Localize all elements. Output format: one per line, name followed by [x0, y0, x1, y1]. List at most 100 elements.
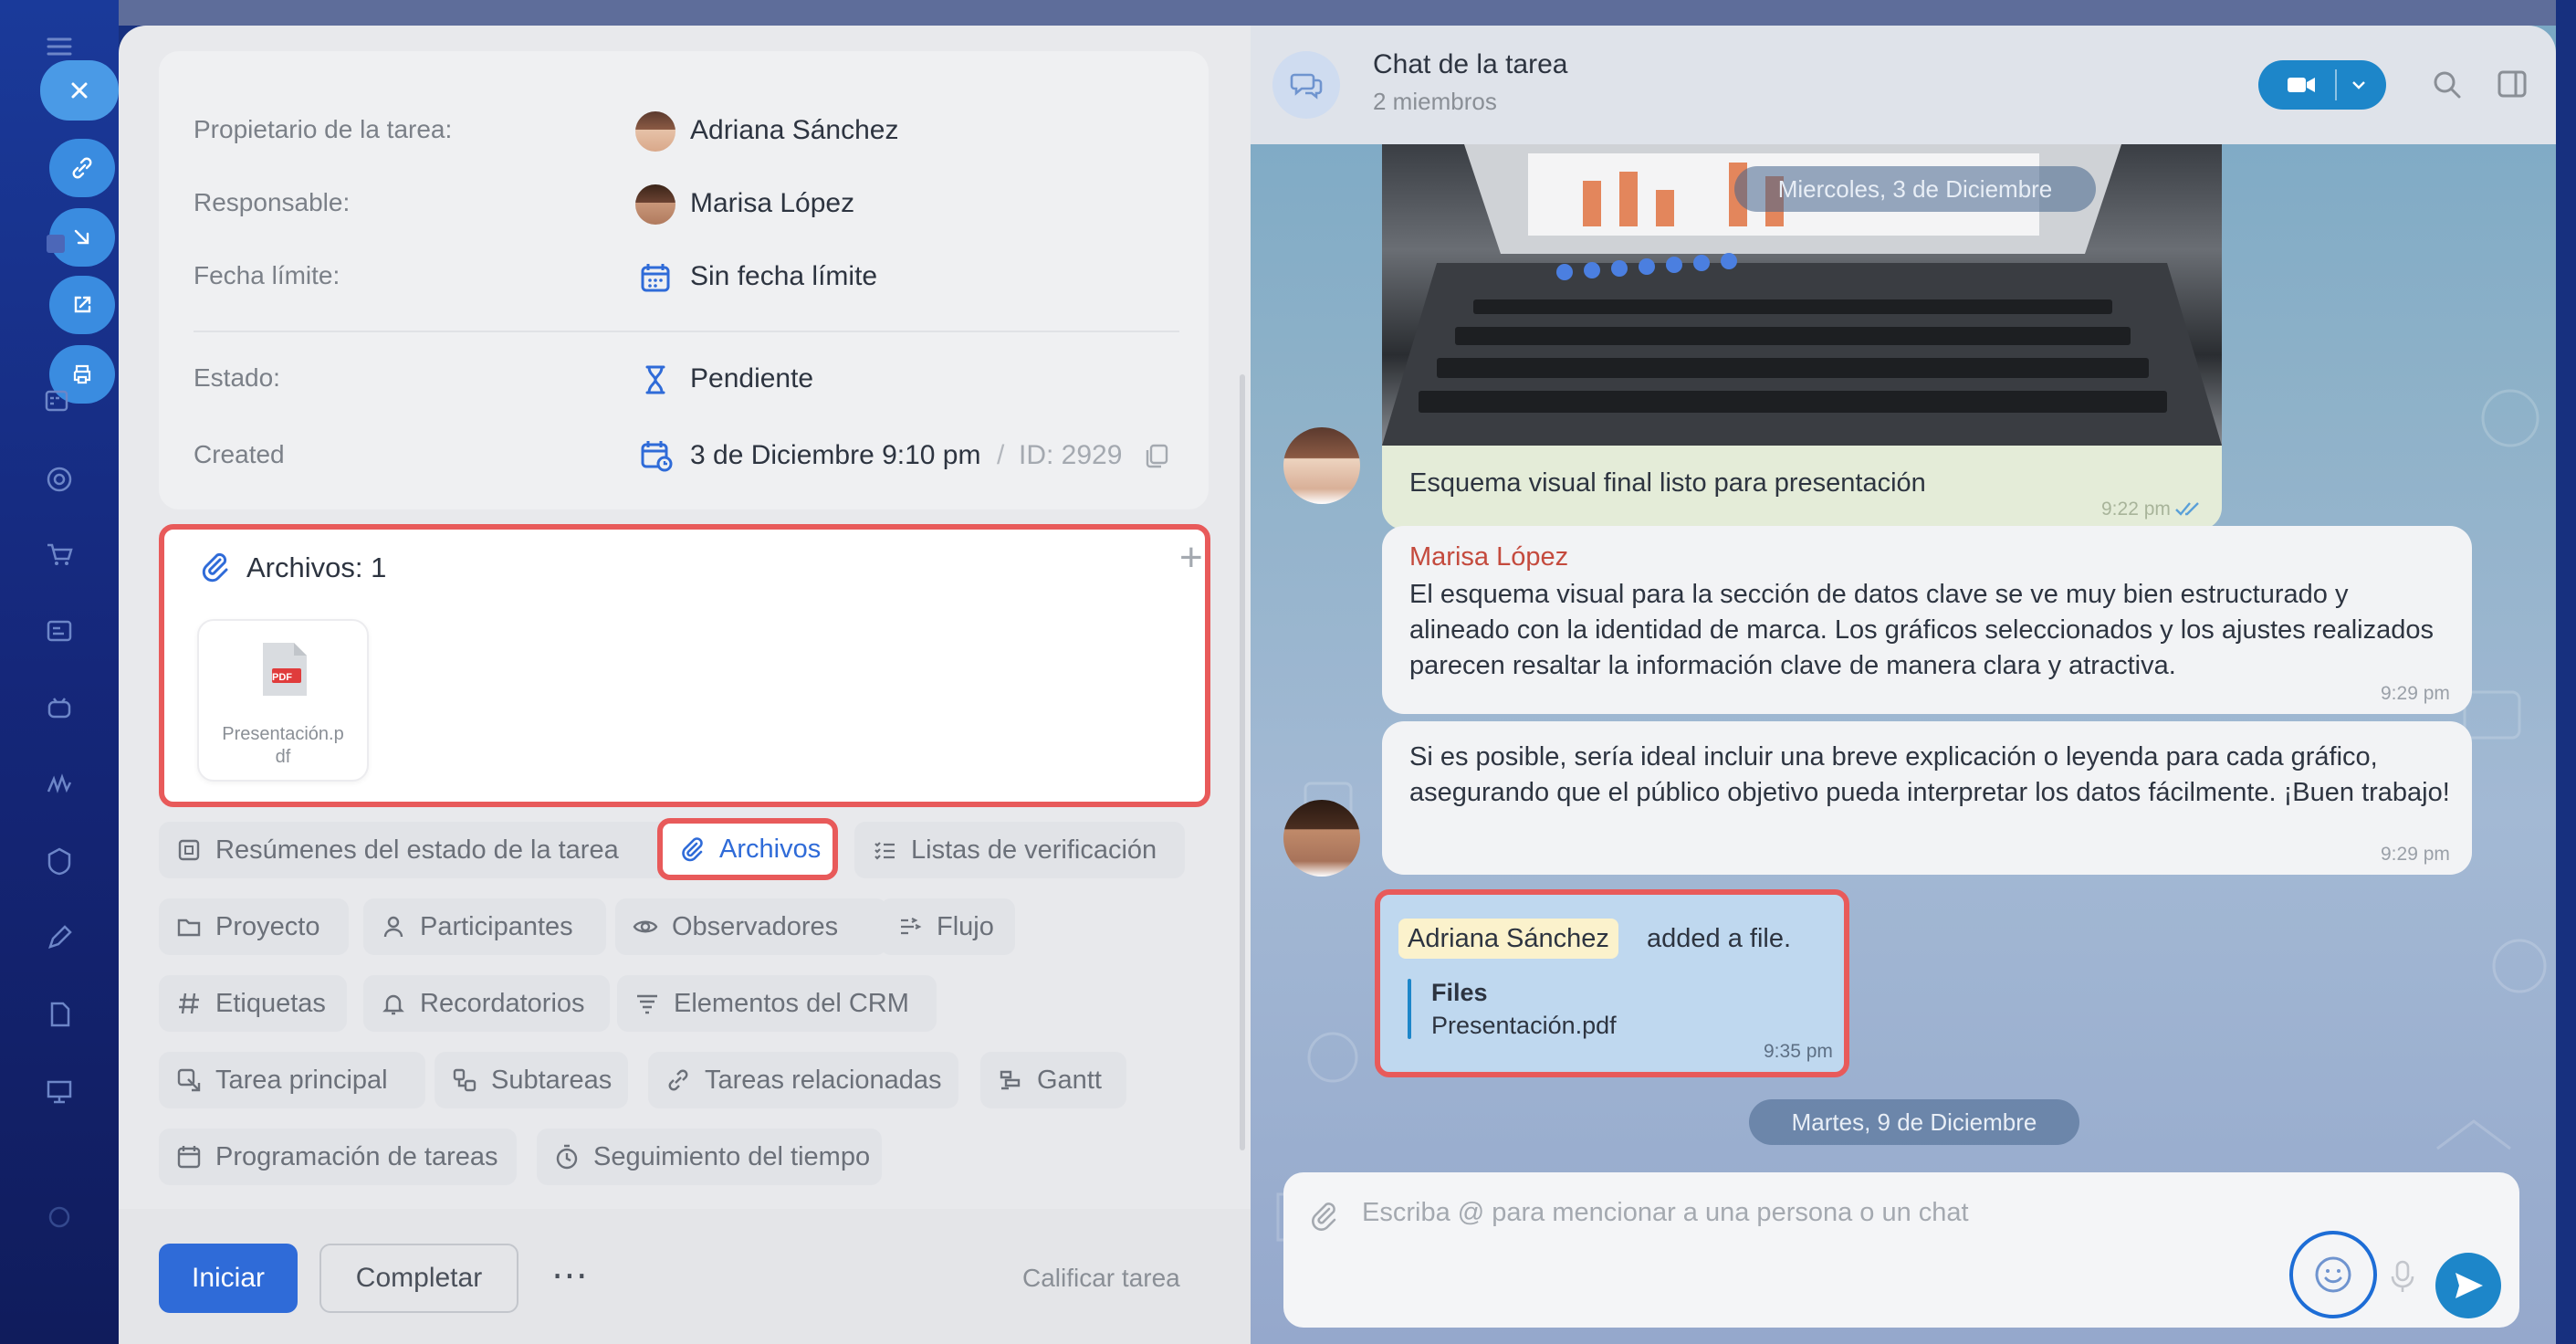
close-button[interactable]	[40, 60, 119, 121]
chip-gantt[interactable]: Gantt	[980, 1052, 1126, 1108]
paperclip-icon	[202, 552, 228, 583]
chip-flow[interactable]: Flujo	[880, 898, 1015, 955]
paperclip-icon	[682, 837, 703, 862]
copy-icon[interactable]	[1143, 442, 1170, 469]
task-id: ID: 2929	[1019, 440, 1123, 470]
message-time: 9:29 pm	[2381, 844, 2450, 865]
shield-nav-icon[interactable]	[35, 836, 84, 886]
chip-label: Recordatorios	[420, 988, 585, 1018]
file-tile[interactable]: PDF Presentación.p df	[197, 619, 369, 782]
chip-subtasks[interactable]: Subtareas	[435, 1052, 628, 1108]
deadline-value[interactable]: Sin fecha límite	[690, 261, 877, 292]
chip-checklists[interactable]: Listas de verificación	[854, 822, 1185, 878]
signature-nav-icon[interactable]	[35, 760, 84, 809]
chip-label: Flujo	[937, 911, 994, 941]
message-text: El esquema visual para la sección de dat…	[1409, 580, 2434, 680]
chip-crm[interactable]: Elementos del CRM	[617, 975, 937, 1032]
smiley-icon	[2315, 1256, 2351, 1293]
chip-parent-task[interactable]: Tarea principal	[159, 1052, 425, 1108]
robot-nav-icon[interactable]	[35, 683, 84, 732]
subtasks-icon	[453, 1068, 476, 1092]
tasks-nav-icon[interactable]	[33, 219, 82, 268]
search-icon[interactable]	[2430, 68, 2465, 102]
start-button[interactable]: Iniciar	[159, 1244, 298, 1313]
chip-observers[interactable]: Observadores	[615, 898, 887, 955]
board-nav-icon[interactable]	[35, 1066, 84, 1116]
rate-task-link[interactable]: Calificar tarea	[1022, 1264, 1180, 1293]
contacts-nav-icon[interactable]	[35, 606, 84, 656]
chat-title: Chat de la tarea	[1373, 49, 1568, 79]
link-icon	[668, 1069, 688, 1091]
sidebar-toggle-icon[interactable]	[2496, 68, 2529, 100]
responsible-label: Responsable:	[194, 188, 351, 216]
status-value: Pendiente	[690, 363, 814, 394]
system-action-text: added a file.	[1647, 924, 1792, 953]
created-value: 3 de Diciembre 9:10 pm	[690, 440, 981, 470]
mention-user[interactable]: Adriana Sánchez	[1398, 919, 1618, 959]
sender-avatar-adriana[interactable]	[1283, 427, 1360, 504]
chip-label: Seguimiento del tiempo	[593, 1141, 871, 1171]
copy-link-button[interactable]	[49, 139, 115, 197]
add-file-button[interactable]: +	[1179, 535, 1203, 581]
send-button[interactable]	[2435, 1253, 2501, 1318]
open-new-window-button[interactable]	[49, 276, 115, 334]
message-composer: Escriba @ para mencionar a una persona o…	[1283, 1172, 2519, 1328]
message-input[interactable]: Escriba @ para mencionar a una persona o…	[1362, 1198, 1969, 1228]
quote-bar	[1408, 979, 1411, 1039]
attach-icon[interactable]	[1309, 1200, 1340, 1231]
calendar-clock-icon	[641, 441, 673, 472]
pdf-file-icon	[263, 643, 307, 696]
chip-label: Etiquetas	[215, 988, 326, 1018]
chip-project[interactable]: Proyecto	[159, 898, 349, 955]
file-added-message[interactable]: Adriana Sánchez added a file. Files Pres…	[1375, 889, 1849, 1077]
hourglass-icon	[645, 365, 665, 394]
stopwatch-icon	[556, 1144, 578, 1170]
chip-files[interactable]: Archivos	[657, 818, 838, 880]
message-bubble[interactable]: Marisa López El esquema visual para la s…	[1382, 526, 2472, 714]
owner-avatar[interactable]	[635, 111, 675, 152]
video-call-button[interactable]	[2258, 60, 2386, 110]
chip-tags[interactable]: Etiquetas	[159, 975, 347, 1032]
message-author[interactable]: Marisa López	[1409, 542, 1568, 572]
emoji-button[interactable]	[2289, 1231, 2377, 1318]
panel-scrollbar[interactable]	[1240, 374, 1245, 1150]
settings-nav-icon[interactable]	[35, 1192, 84, 1242]
flow-icon	[901, 918, 922, 935]
chip-related-tasks[interactable]: Tareas relacionadas	[648, 1052, 958, 1108]
calendar-nav-icon[interactable]	[33, 376, 82, 425]
files-title: Archivos: 1	[246, 551, 387, 583]
cart-nav-icon[interactable]	[35, 530, 84, 579]
deadline-label: Fecha límite:	[194, 261, 340, 289]
chip-time-tracking[interactable]: Seguimiento del tiempo	[537, 1129, 882, 1185]
pen-nav-icon[interactable]	[35, 913, 84, 962]
complete-button[interactable]: Completar	[319, 1244, 518, 1313]
responsible-avatar[interactable]	[635, 184, 675, 225]
chip-reminders[interactable]: Recordatorios	[363, 975, 610, 1032]
summary-icon	[178, 839, 200, 861]
chat-members-count[interactable]: 2 miembros	[1373, 88, 1497, 116]
bell-icon	[382, 994, 404, 1015]
sender-avatar-marisa[interactable]	[1283, 800, 1360, 877]
chip-label: Tarea principal	[215, 1065, 388, 1095]
more-button[interactable]: ⋯	[551, 1255, 590, 1297]
chip-label: Observadores	[672, 911, 839, 941]
responsible-name[interactable]: Marisa López	[690, 188, 854, 219]
send-icon	[2456, 1273, 2483, 1298]
message-time: 9:22 pm	[2101, 499, 2171, 520]
status-label: Estado:	[194, 363, 280, 392]
chip-scheduling[interactable]: Programación de tareas	[159, 1129, 517, 1185]
left-rail	[0, 0, 119, 1344]
document-nav-icon[interactable]	[35, 990, 84, 1039]
eye-icon	[633, 920, 658, 933]
target-nav-icon[interactable]	[35, 455, 84, 504]
message-bubble[interactable]: Si es posible, sería ideal incluir una b…	[1382, 721, 2472, 875]
file-name-line2: df	[275, 747, 291, 767]
owner-name[interactable]: Adriana Sánchez	[690, 115, 899, 146]
files-block-filename[interactable]: Presentación.pdf	[1431, 1012, 1617, 1040]
external-link-icon	[74, 296, 91, 313]
calendar-icon	[641, 264, 670, 292]
owner-label: Propietario de la tarea:	[194, 115, 453, 143]
chip-participants[interactable]: Participantes	[363, 898, 606, 955]
microphone-icon[interactable]	[2390, 1258, 2415, 1295]
parent-task-icon	[177, 1068, 201, 1092]
